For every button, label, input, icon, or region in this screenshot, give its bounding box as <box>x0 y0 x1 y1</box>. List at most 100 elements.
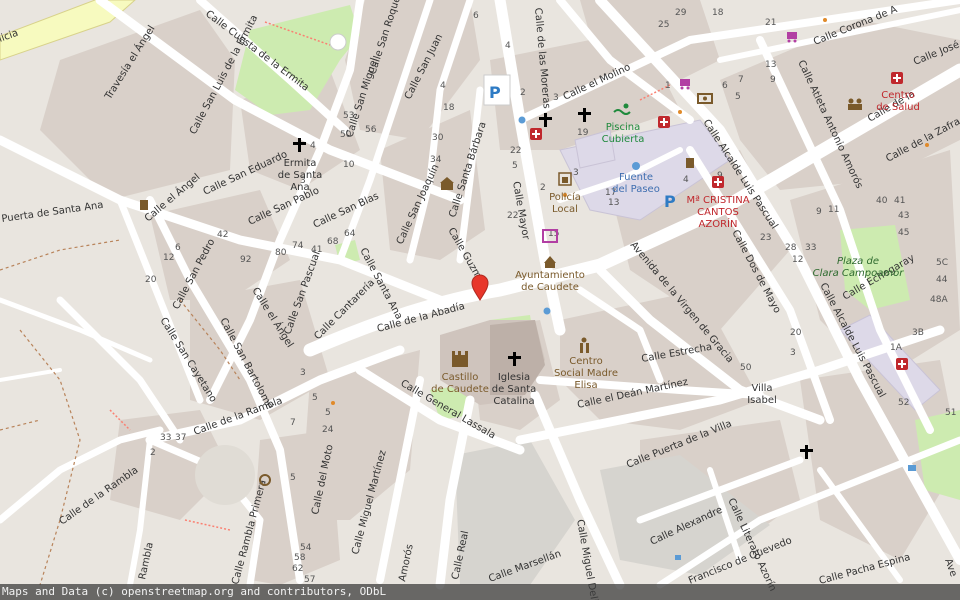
svg-text:5: 5 <box>290 473 296 483</box>
pharmacy-icon <box>896 358 908 370</box>
svg-text:52: 52 <box>898 398 909 408</box>
svg-text:43: 43 <box>898 211 909 221</box>
shop-dot-icon <box>823 18 827 22</box>
castle-icon <box>452 351 468 367</box>
shop-dot-icon <box>925 143 929 147</box>
svg-text:Ayuntamientode Caudete: Ayuntamiento de Caudete <box>515 270 585 293</box>
svg-text:41: 41 <box>894 196 905 206</box>
svg-text:44: 44 <box>936 275 948 285</box>
svg-text:5: 5 <box>312 393 318 403</box>
roundabout <box>329 33 347 51</box>
svg-text:4: 4 <box>505 41 511 51</box>
svg-text:7: 7 <box>738 75 744 85</box>
svg-text:18: 18 <box>443 103 455 113</box>
fountain-icon <box>632 162 640 170</box>
svg-text:1: 1 <box>665 81 671 91</box>
parking-icon: P <box>664 192 676 211</box>
svg-text:9: 9 <box>770 75 776 85</box>
svg-text:21: 21 <box>765 18 776 28</box>
map-attribution[interactable]: Maps and Data (c) openstreetmap.org and … <box>0 584 960 600</box>
svg-text:23: 23 <box>760 233 771 243</box>
svg-text:3: 3 <box>300 368 306 378</box>
svg-text:92: 92 <box>240 255 251 265</box>
svg-text:20: 20 <box>790 328 802 338</box>
svg-text:5C: 5C <box>936 258 948 268</box>
bar-icon <box>140 200 148 210</box>
pharmacy-icon <box>530 128 542 140</box>
svg-text:42: 42 <box>217 230 228 240</box>
svg-text:58: 58 <box>294 553 306 563</box>
svg-text:13: 13 <box>608 198 619 208</box>
svg-text:3: 3 <box>573 168 579 178</box>
svg-text:37: 37 <box>175 433 186 443</box>
plaza-circle <box>195 445 255 505</box>
svg-text:6: 6 <box>473 11 479 21</box>
svg-text:34: 34 <box>430 155 442 165</box>
svg-text:5: 5 <box>735 92 741 102</box>
svg-text:7: 7 <box>290 418 296 428</box>
svg-text:10: 10 <box>343 160 355 170</box>
svg-text:41: 41 <box>311 245 322 255</box>
svg-text:80: 80 <box>275 248 287 258</box>
pharmacy-icon <box>712 176 724 188</box>
water-icon <box>518 116 526 124</box>
svg-text:50: 50 <box>340 130 352 140</box>
svg-text:74: 74 <box>292 241 304 251</box>
pool-icon <box>675 555 681 560</box>
svg-text:Iglesiade SantaCatalina: Iglesia de Santa Catalina <box>492 372 537 407</box>
svg-text:29: 29 <box>675 8 687 18</box>
svg-text:5: 5 <box>512 161 518 171</box>
svg-text:5: 5 <box>325 408 331 418</box>
svg-text:56: 56 <box>365 125 377 135</box>
svg-text:40: 40 <box>876 196 888 206</box>
bar-icon <box>686 158 694 168</box>
svg-text:1A: 1A <box>890 343 903 353</box>
svg-text:13: 13 <box>765 60 776 70</box>
svg-text:3: 3 <box>790 348 796 358</box>
svg-text:62: 62 <box>292 564 303 574</box>
svg-text:18: 18 <box>712 8 724 18</box>
svg-text:6: 6 <box>722 81 728 91</box>
svg-text:2: 2 <box>520 88 526 98</box>
svg-text:2: 2 <box>540 183 546 193</box>
parking-icon: P <box>489 83 501 102</box>
svg-text:68: 68 <box>327 237 339 247</box>
svg-text:PiscinaCubierta: Piscina Cubierta <box>602 122 645 145</box>
svg-text:20: 20 <box>145 275 157 285</box>
svg-text:54: 54 <box>300 543 312 553</box>
map-svg: Calle Cuesta de la Ermita Travesía el Án… <box>0 0 960 600</box>
svg-text:3B: 3B <box>912 328 924 338</box>
svg-text:6: 6 <box>175 243 181 253</box>
svg-text:12: 12 <box>792 255 803 265</box>
svg-text:33: 33 <box>160 433 171 443</box>
svg-text:33: 33 <box>805 243 816 253</box>
svg-text:53: 53 <box>343 111 354 121</box>
svg-text:4: 4 <box>310 141 316 151</box>
svg-text:22: 22 <box>507 211 518 221</box>
shop-dot-icon <box>331 401 335 405</box>
svg-text:64: 64 <box>344 229 356 239</box>
svg-text:9: 9 <box>816 207 822 217</box>
svg-text:24: 24 <box>322 425 334 435</box>
svg-text:12: 12 <box>163 253 174 263</box>
svg-text:4: 4 <box>683 175 689 185</box>
svg-text:11: 11 <box>828 205 839 215</box>
svg-text:22: 22 <box>510 146 521 156</box>
pool-icon <box>908 465 916 471</box>
health-icon <box>891 72 903 84</box>
svg-text:VillaIsabel: Villa Isabel <box>747 383 777 406</box>
svg-text:4: 4 <box>440 81 446 91</box>
svg-text:30: 30 <box>432 133 444 143</box>
svg-text:Centrode Salud: Centro de Salud <box>876 90 920 113</box>
svg-text:19: 19 <box>577 128 589 138</box>
shop-dot-icon <box>678 110 682 114</box>
svg-text:48A: 48A <box>930 295 948 305</box>
map-canvas[interactable]: Calle Cuesta de la Ermita Travesía el Án… <box>0 0 960 600</box>
svg-text:45: 45 <box>898 228 909 238</box>
svg-text:Fuentedel Paseo: Fuente del Paseo <box>612 172 660 195</box>
water-icon <box>543 307 551 315</box>
svg-text:51: 51 <box>945 408 956 418</box>
svg-text:50: 50 <box>740 363 752 373</box>
svg-text:2: 2 <box>150 448 156 458</box>
svg-text:28: 28 <box>785 243 797 253</box>
